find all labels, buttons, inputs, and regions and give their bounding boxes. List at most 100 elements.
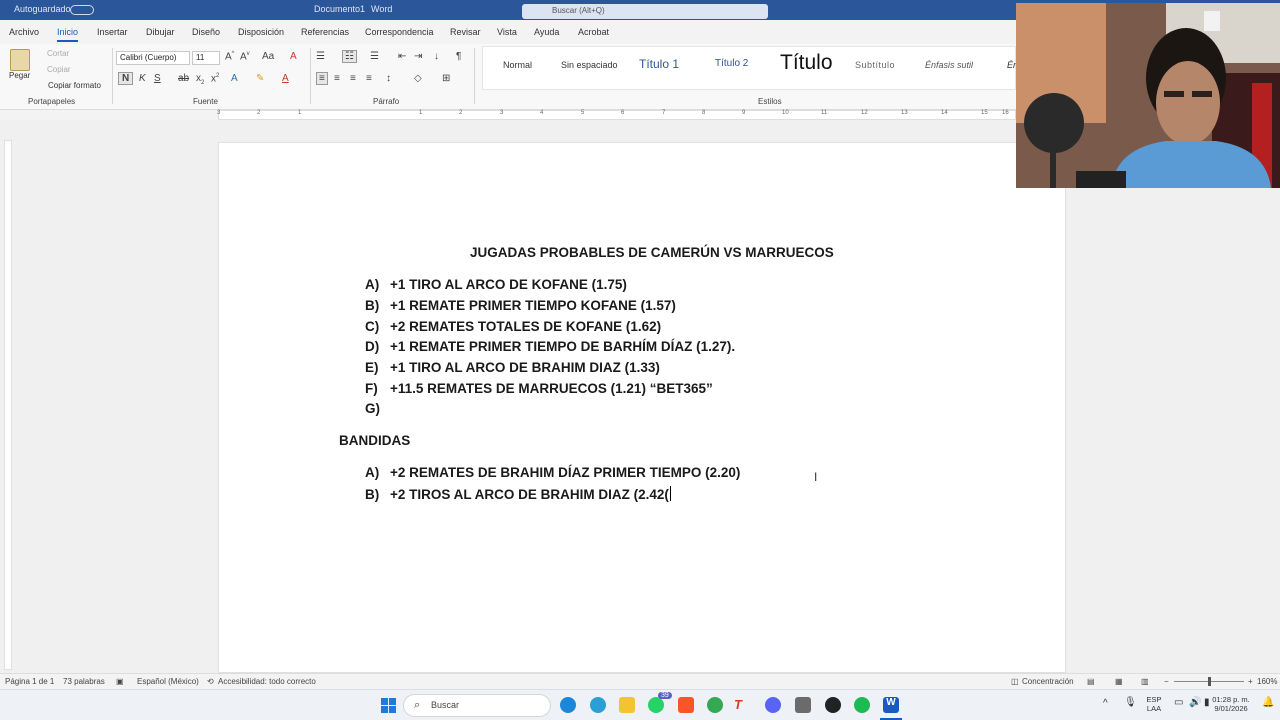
underline-button[interactable]: S	[154, 73, 161, 84]
accessibility-status[interactable]: Accesibilidad: todo correcto	[218, 677, 316, 686]
tab-insertar[interactable]: Insertar	[97, 27, 128, 37]
style-normal[interactable]: Normal	[503, 60, 532, 70]
clear-format-icon[interactable]: A	[290, 51, 297, 62]
windows-start-icon[interactable]	[381, 698, 397, 714]
clipboard-icon[interactable]	[10, 49, 30, 71]
strikethrough-icon[interactable]: ab	[178, 73, 189, 84]
copy-button[interactable]: Copiar	[47, 65, 71, 74]
autosave-toggle[interactable]	[70, 5, 94, 15]
tab-vista[interactable]: Vista	[497, 27, 517, 37]
monitor-icon[interactable]: ▭	[1174, 698, 1183, 708]
chevron-up-icon[interactable]: ^	[1103, 699, 1108, 709]
increase-indent-icon[interactable]: ⇥	[414, 51, 422, 62]
focus-mode-button[interactable]: Concentración	[1022, 677, 1074, 686]
ruler-tick: 10	[782, 110, 789, 116]
multilevel-list-icon[interactable]: ☰	[370, 51, 379, 62]
tab-inicio[interactable]: Inicio	[57, 27, 79, 42]
numbering-icon[interactable]: ☷	[342, 50, 357, 63]
edge-icon[interactable]	[560, 697, 576, 713]
highlight-icon[interactable]: ✎	[256, 73, 264, 84]
page-count[interactable]: Página 1 de 1	[5, 677, 54, 686]
align-left-icon[interactable]: ≡	[316, 72, 328, 85]
line-spacing-icon[interactable]: ↕	[386, 73, 391, 84]
style-subtitle[interactable]: Subtítulo	[855, 60, 895, 70]
sort-icon[interactable]: ↓	[434, 51, 439, 62]
tab-dibujar[interactable]: Dibujar	[146, 27, 175, 37]
whatsapp-icon[interactable]	[648, 697, 664, 713]
file-explorer-icon[interactable]	[619, 697, 635, 713]
format-painter-button[interactable]: Copiar formato	[48, 81, 101, 90]
volume-icon[interactable]: 🔊	[1189, 698, 1201, 708]
proofing-icon[interactable]: ▣	[116, 677, 124, 686]
tab-ayuda[interactable]: Ayuda	[534, 27, 559, 37]
telegram-icon[interactable]	[590, 697, 606, 713]
read-mode-icon[interactable]: ▤	[1087, 677, 1095, 686]
tab-referencias[interactable]: Referencias	[301, 27, 349, 37]
chrome-icon[interactable]	[707, 697, 723, 713]
tab-archivo[interactable]: Archivo	[9, 27, 39, 37]
microphone-icon[interactable]: 🎙	[1124, 698, 1137, 708]
bold-button[interactable]: N	[118, 72, 134, 85]
align-center-icon[interactable]: ≡	[334, 73, 340, 84]
obs-icon[interactable]	[825, 697, 841, 713]
font-color-icon[interactable]: A	[282, 73, 289, 84]
style-heading-1[interactable]: Título 1	[639, 57, 679, 71]
tab-acrobat[interactable]: Acrobat	[578, 27, 609, 37]
zoom-in-icon[interactable]: +	[1248, 677, 1253, 686]
shading-icon[interactable]: ◇	[414, 73, 422, 84]
ruler-tick: 16	[1002, 110, 1009, 116]
font-name-select[interactable]: Calibri (Cuerpo)	[116, 51, 190, 65]
decrease-indent-icon[interactable]: ⇤	[398, 51, 406, 62]
language-indicator[interactable]: ESP LAA	[1145, 695, 1163, 713]
superscript-icon[interactable]: x2	[211, 73, 219, 84]
notifications-icon[interactable]: 🔔	[1262, 698, 1274, 708]
grow-font-icon[interactable]: A^	[225, 51, 235, 62]
zoom-level[interactable]: 160%	[1257, 677, 1277, 686]
zoom-out-icon[interactable]: −	[1164, 677, 1169, 686]
styles-gallery: Normal Sin espaciado Título 1 Título 2 T…	[482, 46, 1018, 90]
tab-diseno[interactable]: Diseño	[192, 27, 220, 37]
web-layout-icon[interactable]: ▥	[1141, 677, 1149, 686]
taskbar-search[interactable]: ⌕ Buscar	[403, 694, 551, 717]
brave-icon[interactable]	[678, 697, 694, 713]
align-right-icon[interactable]: ≡	[350, 73, 356, 84]
change-case-icon[interactable]: Aa	[262, 51, 274, 62]
word-icon[interactable]: W	[883, 697, 899, 713]
subscript-icon[interactable]: x2	[196, 73, 204, 86]
typora-icon[interactable]: T	[734, 697, 750, 713]
document-page[interactable]	[218, 142, 1066, 673]
bullets-icon[interactable]: ☰	[316, 51, 325, 62]
style-no-spacing[interactable]: Sin espaciado	[561, 60, 618, 70]
word-count[interactable]: 73 palabras	[63, 677, 105, 686]
justify-icon[interactable]: ≡	[366, 73, 372, 84]
tab-correspondencia[interactable]: Correspondencia	[365, 27, 434, 37]
battery-icon[interactable]: ▮	[1204, 698, 1210, 708]
discord-icon[interactable]	[765, 697, 781, 713]
zoom-slider-thumb[interactable]	[1208, 677, 1211, 686]
clock[interactable]: 01:28 p. m. 9/01/2026	[1210, 695, 1252, 713]
ruler-tick: 6	[621, 110, 625, 116]
vertical-ruler[interactable]	[4, 140, 12, 670]
print-layout-icon[interactable]: ▦	[1115, 677, 1123, 686]
shrink-font-icon[interactable]: Av	[240, 51, 250, 62]
style-subtle-emphasis[interactable]: Énfasis sutil	[925, 60, 973, 70]
tab-revisar[interactable]: Revisar	[450, 27, 481, 37]
paragraph-marks-icon[interactable]: ¶	[456, 51, 461, 62]
style-title[interactable]: Título	[780, 51, 833, 75]
font-size-select[interactable]: 11	[192, 51, 220, 65]
divider	[310, 48, 311, 104]
text-effects-icon[interactable]: A	[231, 73, 238, 84]
style-heading-2[interactable]: Título 2	[715, 58, 748, 69]
language-status[interactable]: Español (México)	[137, 677, 199, 686]
autosave-label: Autoguardado	[14, 4, 71, 14]
horizontal-ruler[interactable]: 3 2 1 1 2 3 4 5 6 7 8 9 10 11 12 13 14 1…	[217, 110, 1016, 120]
italic-button[interactable]: K	[139, 73, 146, 84]
tab-disposicion[interactable]: Disposición	[238, 27, 284, 37]
paste-button[interactable]: Pegar	[9, 71, 30, 80]
title-search-box[interactable]: Buscar (Alt+Q)	[522, 4, 768, 19]
cut-button[interactable]: Cortar	[47, 49, 69, 58]
borders-icon[interactable]: ⊞	[442, 73, 450, 84]
ruler-tick: 1	[419, 110, 423, 116]
spotify-icon[interactable]	[854, 697, 870, 713]
calculator-icon[interactable]	[795, 697, 811, 713]
